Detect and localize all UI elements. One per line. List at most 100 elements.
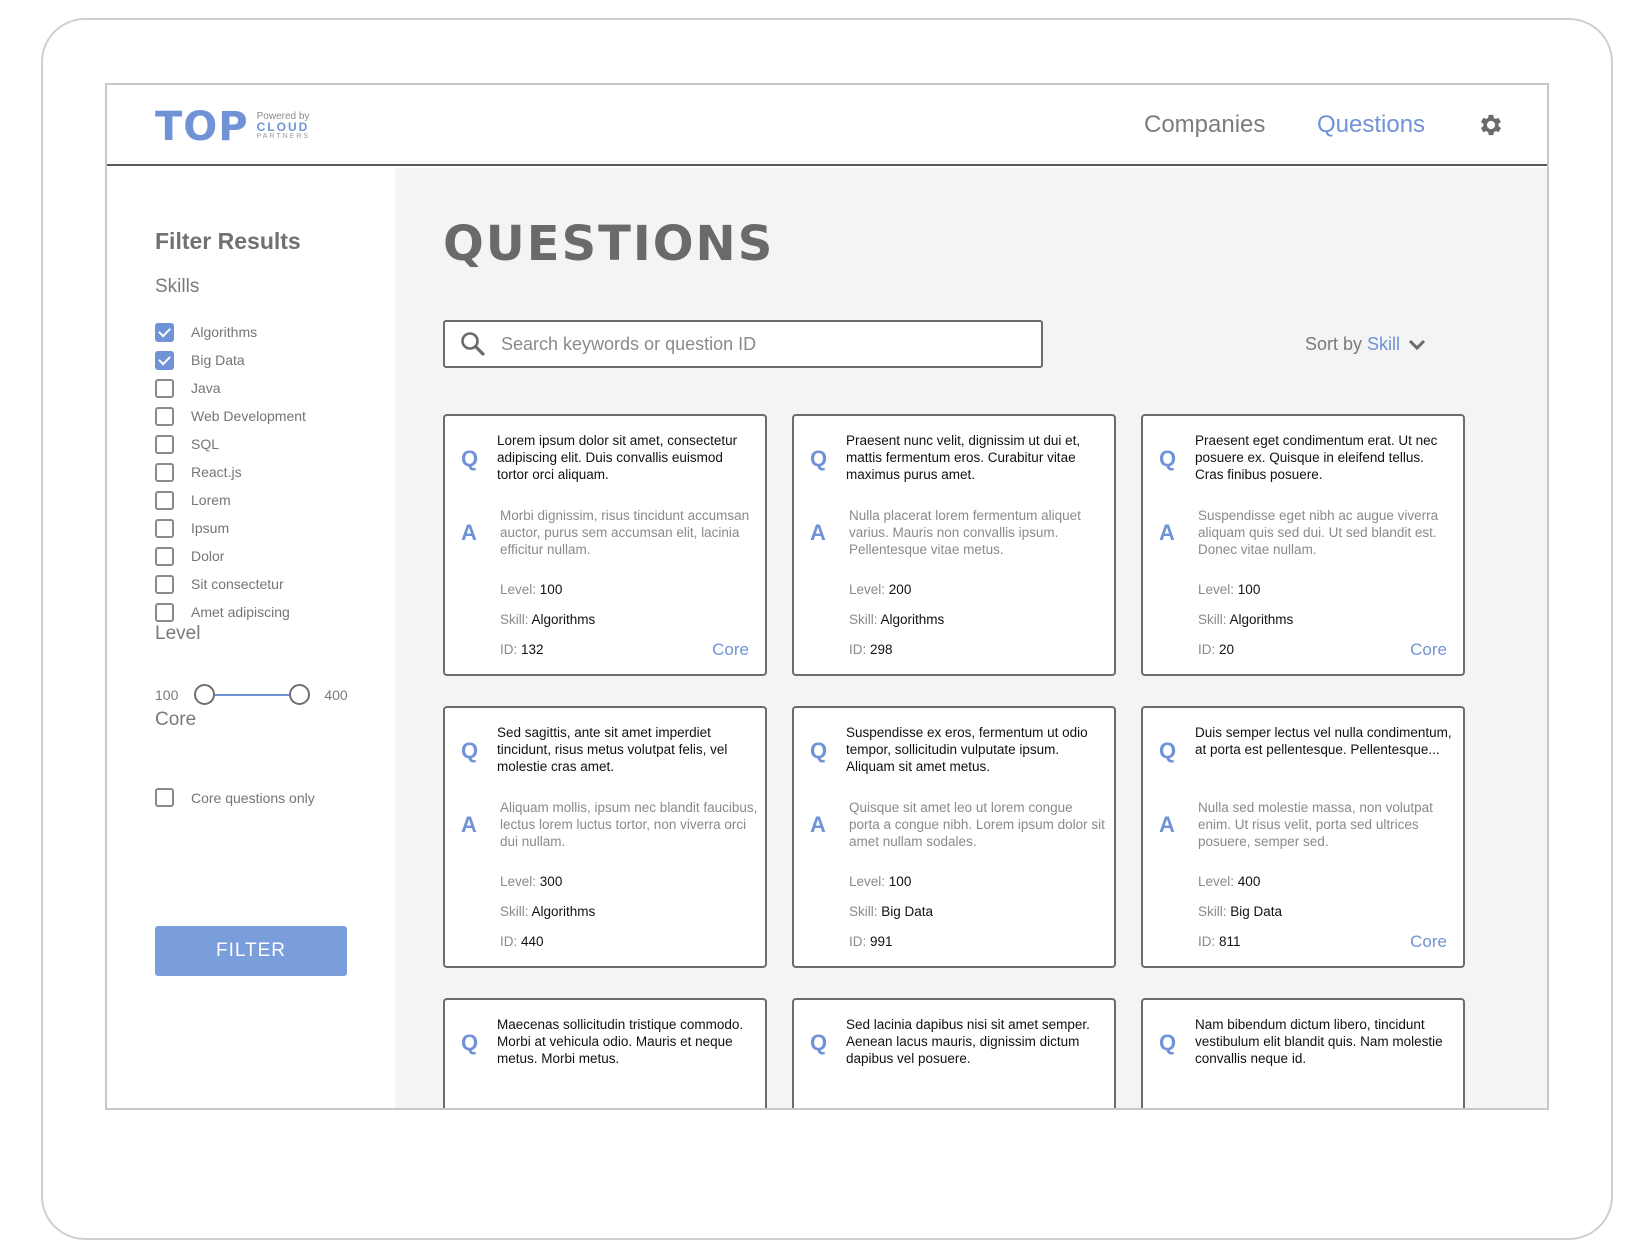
id-key: ID: [1198,934,1216,949]
skill-option[interactable]: Java [155,374,306,402]
answer-marker: A [1159,520,1175,545]
id-key: ID: [500,642,518,657]
answer-text: Nulla placerat lorem fermentum aliquet v… [849,508,1081,557]
id-value: 991 [870,934,893,949]
search-box[interactable] [443,320,1043,368]
question-marker: Q [461,446,479,471]
question-text: Maecenas sollicitudin tristique commodo.… [497,1017,744,1066]
skill-option[interactable]: Amet adipiscing [155,598,306,626]
question-marker: Q [1159,1030,1177,1055]
skill-option[interactable]: Algorithms [155,318,306,346]
skill-label: SQL [191,436,220,452]
question-card[interactable]: Q Sed sagittis, ante sit amet imperdiet t… [443,706,767,968]
level-meta: Level: 400 [1198,874,1260,889]
answer-text: Morbi dignissim, risus tincidunt accumsa… [500,508,750,557]
question-card[interactable]: Q Nam bibendum dictum libero, tincidunt v… [1141,998,1465,1108]
gear-icon[interactable] [1477,111,1505,139]
level-key: Level: [500,874,537,889]
level-meta: Level: 300 [500,874,562,889]
level-value: 100 [888,874,912,889]
question-card[interactable]: Q Praesent eget condimentum erat. Ut nec … [1141,414,1465,676]
logo[interactable]: TOP Powered by CLOUD PARTNERS [155,107,310,147]
skill-option[interactable]: Big Data [155,346,306,374]
search-input[interactable] [501,333,1021,355]
main-content: QUESTIONS Sort by Skill Q Lorem ipsum dol… [395,168,1547,1108]
level-key: Level: [849,582,886,597]
id-key: ID: [849,934,867,949]
skill-checkbox[interactable] [155,378,174,398]
answer-marker: A [1159,812,1175,837]
skill-value: Big Data [881,904,934,919]
id-meta: ID: 440 [500,934,544,949]
level-min-handle[interactable] [194,684,216,705]
answer-text: Quisque sit amet leo ut lorem congue por… [849,800,1105,849]
skill-value: Algorithms [880,612,945,627]
level-slider-fill [204,694,301,696]
question-card[interactable]: Q Suspendisse ex eros, fermentum ut odio … [792,706,1116,968]
level-key: Level: [1198,874,1235,889]
skill-checkbox[interactable] [155,602,174,622]
page-title: QUESTIONS [443,216,775,272]
skill-option[interactable]: React.js [155,458,306,486]
filter-sidebar: Filter Results Skills Algorithms Big Data… [107,168,395,1108]
answer-text: Suspendisse eget nibh ac augue viverra a… [1198,508,1439,557]
skill-key: Skill: [1198,612,1227,627]
skill-meta: Skill: Algorithms [500,612,595,627]
level-range-slider: 100 400 [155,683,348,707]
core-only-label: Core questions only [191,789,315,806]
skill-checkbox[interactable] [155,350,174,370]
question-card[interactable]: Q Lorem ipsum dolor sit amet, consectetur… [443,414,767,676]
question-card[interactable]: Q Praesent nunc velit, dignissim ut dui e… [792,414,1116,676]
question-card[interactable]: Q Duis semper lectus vel nulla condimentu… [1141,706,1465,968]
skill-value: Algorithms [531,904,596,919]
skill-meta: Skill: Big Data [1198,904,1282,919]
skill-checkbox[interactable] [155,322,174,342]
skill-option[interactable]: SQL [155,430,306,458]
filter-button[interactable]: FILTER [155,926,347,976]
level-slider-track[interactable] [194,683,311,707]
skill-value: Algorithms [531,612,596,627]
skill-checkbox[interactable] [155,490,174,510]
question-card[interactable]: Q Sed lacinia dapibus nisi sit amet sempe… [792,998,1116,1108]
core-only-option[interactable]: Core questions only [155,788,315,807]
core-badge: Core [712,640,749,659]
sort-dropdown[interactable]: Sort by Skill [1305,334,1426,355]
question-card[interactable]: Q Maecenas sollicitudin tristique commodo… [443,998,767,1108]
skill-option[interactable]: Sit consectetur [155,570,306,598]
level-max-label: 400 [324,687,348,703]
skill-checkbox[interactable] [155,434,174,454]
core-only-checkbox[interactable] [155,788,174,807]
question-marker: Q [1159,446,1177,471]
answer-text: Aliquam mollis, ipsum nec blandit faucib… [500,800,758,849]
skill-checkbox[interactable] [155,546,174,566]
skill-checkbox[interactable] [155,518,174,538]
logo-text: TOP [155,104,249,150]
search-icon [461,332,485,356]
skill-checkbox[interactable] [155,574,174,594]
nav-questions[interactable]: Questions [1317,111,1425,139]
skill-option[interactable]: Dolor [155,542,306,570]
skill-option[interactable]: Web Development [155,402,306,430]
logo-brand: CLOUD [256,120,310,134]
level-meta: Level: 100 [1198,582,1260,597]
skill-label: Algorithms [191,324,258,340]
question-marker: Q [810,446,828,471]
logo-subtitle: Powered by CLOUD PARTNERS [257,112,310,142]
question-marker: Q [1159,738,1177,763]
skill-option[interactable]: Ipsum [155,514,306,542]
question-text: Praesent eget condimentum erat. Ut nec p… [1195,433,1438,482]
skill-option[interactable]: Lorem [155,486,306,514]
level-value: 200 [888,582,912,597]
question-marker: Q [810,738,828,763]
skill-checkbox[interactable] [155,406,174,426]
skill-meta: Skill: Algorithms [500,904,595,919]
level-max-handle[interactable] [289,684,311,705]
skill-value: Algorithms [1229,612,1294,627]
skill-key: Skill: [1198,904,1227,919]
skill-label: React.js [191,464,242,480]
id-key: ID: [1198,642,1216,657]
answer-marker: A [810,812,826,837]
nav-companies[interactable]: Companies [1144,111,1265,139]
skill-checkbox[interactable] [155,462,174,482]
skills-heading: Skills [155,276,200,297]
